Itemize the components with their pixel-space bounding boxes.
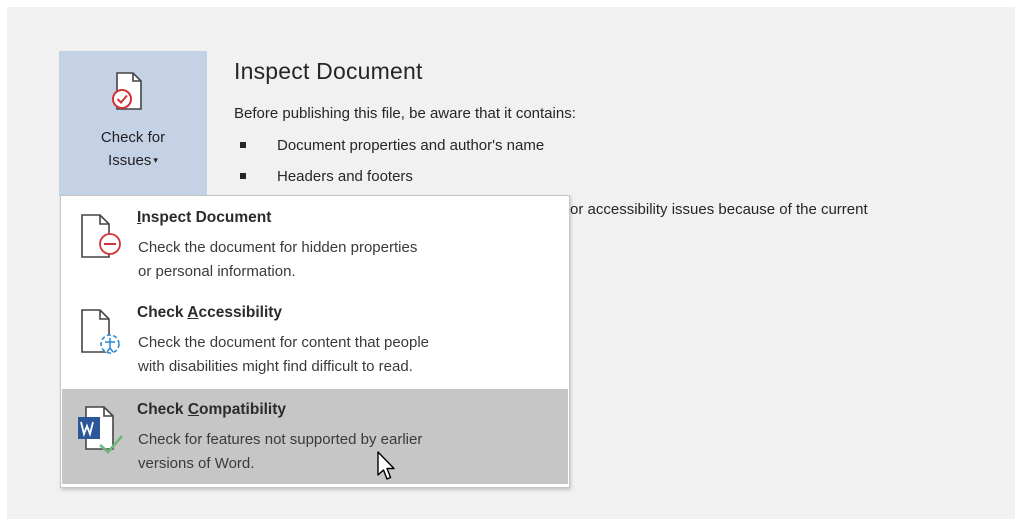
check-for-issues-label: Check for Issues ▾	[100, 129, 166, 169]
menu-item-title: Inspect Document	[137, 209, 272, 226]
menu-item-title: Check Compatibility	[137, 401, 287, 418]
check-for-issues-button[interactable]: Check for Issues ▾	[59, 51, 207, 196]
list-item: Headers and footers	[234, 161, 544, 192]
menu-item-description: Check the document for content that peop…	[138, 334, 430, 375]
menu-item-inspect-document[interactable]: Inspect Document Check the document for …	[62, 197, 568, 292]
list-item: Document properties and author's name	[234, 130, 544, 161]
bullet-icon	[240, 142, 246, 148]
section-description: Before publishing this file, be aware th…	[234, 105, 576, 122]
document-check-icon	[112, 72, 142, 110]
bullet-icon	[240, 173, 246, 179]
check-accessibility-icon	[81, 309, 120, 354]
mouse-cursor-icon	[377, 451, 395, 480]
chevron-down-icon: ▾	[153, 155, 158, 165]
inspect-document-icon	[81, 214, 121, 258]
menu-item-title: Check Accessibility	[137, 304, 283, 321]
menu-item-check-compatibility[interactable]: Check Compatibility Check for features n…	[62, 389, 568, 484]
check-for-issues-menu: Inspect Document Check the document for …	[60, 195, 570, 488]
check-compatibility-icon	[78, 406, 123, 454]
menu-item-description: Check the document for hidden properties…	[138, 239, 418, 280]
menu-item-description: Check for features not supported by earl…	[138, 431, 423, 472]
section-title: Inspect Document	[234, 58, 423, 84]
menu-item-check-accessibility[interactable]: Check Accessibility Check the document f…	[62, 292, 568, 387]
accessibility-note: or accessibility issues because of the c…	[570, 201, 868, 218]
contents-list: Document properties and author's name He…	[234, 130, 544, 192]
